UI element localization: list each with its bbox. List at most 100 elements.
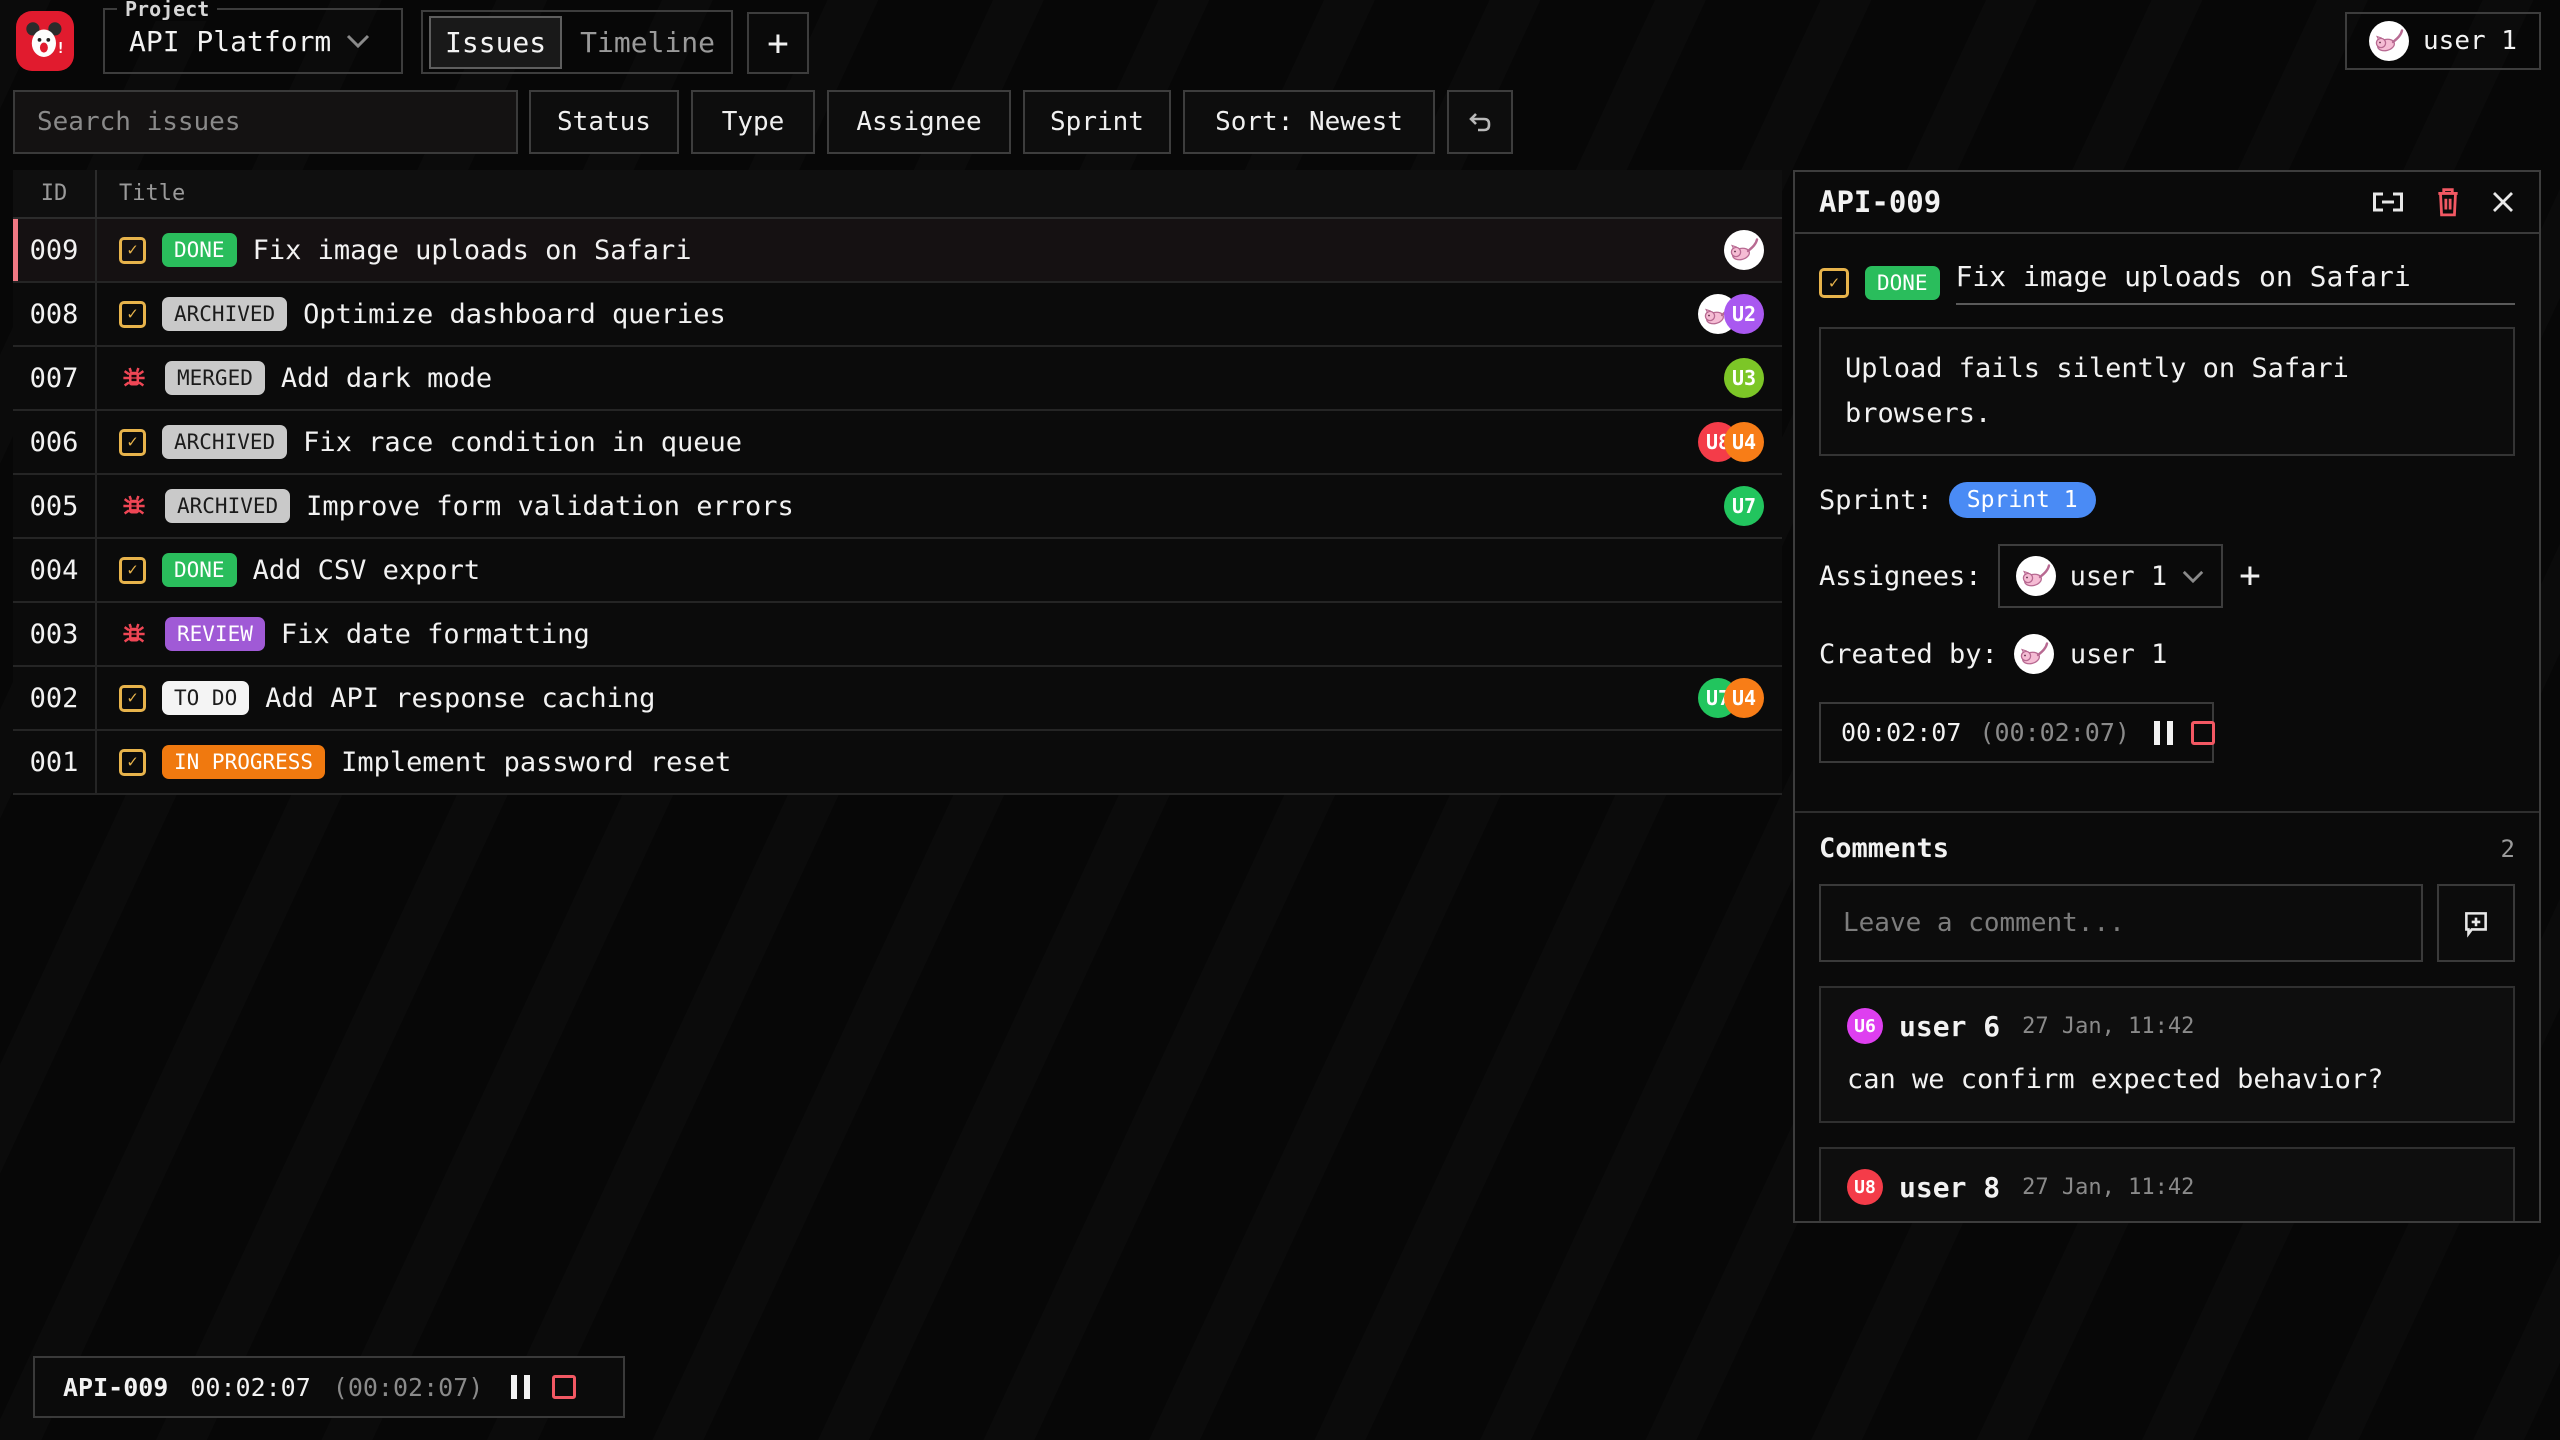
status-badge: REVIEW (165, 617, 265, 651)
table-row[interactable]: 009 ✓ DONE Fix image uploads on Safari (13, 219, 1782, 283)
issue-title: Improve form validation errors (306, 491, 794, 522)
table-row[interactable]: 007 ✓ MERGED Add dark mode U3 (13, 347, 1782, 411)
assignees-label: Assignees: (1819, 561, 1982, 592)
user1-avatar (1724, 230, 1764, 270)
avatar-u7: U7 (1724, 486, 1764, 526)
avatar-u4: U4 (1724, 422, 1764, 462)
avatar-u4: U4 (1724, 678, 1764, 718)
issue-id: 001 (13, 731, 95, 793)
status-badge: DONE (162, 553, 237, 587)
current-user-name: user 1 (2423, 26, 2517, 56)
issue-title: Implement password reset (341, 747, 731, 778)
stop-timer-button[interactable] (2191, 721, 2215, 745)
add-assignee-button[interactable]: + (2239, 558, 2261, 594)
status-badge: ARCHIVED (162, 297, 287, 331)
table-row[interactable]: 004 ✓ DONE Add CSV export (13, 539, 1782, 603)
comment-card: U6 user 6 27 Jan, 11:42 can we confirm e… (1819, 986, 2515, 1123)
search-input[interactable] (13, 90, 518, 154)
comment-author-avatar: U6 (1847, 1008, 1883, 1044)
issue-id: 002 (13, 667, 95, 729)
assignee-avatars (1724, 230, 1764, 270)
detail-status-badge: DONE (1865, 266, 1940, 300)
close-panel-button[interactable] (2491, 190, 2515, 214)
table-row[interactable]: 002 ✓ TO DO Add API response caching U7U… (13, 667, 1782, 731)
undo-icon (1467, 110, 1493, 134)
task-checkbox-icon: ✓ (119, 749, 146, 776)
app-logo-icon[interactable]: ! (16, 11, 74, 71)
comments-heading: Comments (1819, 833, 1949, 864)
timer-total: (00:02:07) (1979, 718, 2130, 747)
comment-author: user 8 (1899, 1171, 2000, 1204)
issue-key: API-009 (1819, 185, 1941, 219)
table-row[interactable]: 001 ✓ IN PROGRESS Implement password res… (13, 731, 1782, 795)
comments-count: 2 (2501, 835, 2515, 863)
created-by-name: user 1 (2070, 639, 2168, 670)
comment-card: U8 user 8 27 Jan, 11:42 i will take this… (1819, 1147, 2515, 1221)
submit-comment-button[interactable] (2437, 884, 2515, 962)
creator-avatar-slot (2014, 634, 2054, 674)
delete-issue-button[interactable] (2435, 187, 2461, 217)
current-user-menu[interactable]: user 1 (2345, 12, 2541, 70)
table-row[interactable]: 003 ✓ REVIEW Fix date formatting (13, 603, 1782, 667)
sprint-badge[interactable]: Sprint 1 (1949, 482, 2096, 518)
bug-icon (119, 491, 149, 521)
detail-panel-body: ✓ DONE Fix image uploads on Safari Uploa… (1795, 234, 2539, 783)
table-row[interactable]: 008 ✓ ARCHIVED Optimize dashboard querie… (13, 283, 1782, 347)
chevron-down-icon (2181, 569, 2205, 584)
filter-sprint-button[interactable]: Sprint (1023, 90, 1171, 154)
issue-title: Add CSV export (253, 555, 481, 586)
assignee-dropdown[interactable]: user 1 (1998, 544, 2224, 608)
view-tabs: Issues Timeline (421, 10, 733, 74)
issue-title: Fix race condition in queue (303, 427, 742, 458)
comment-timestamp: 27 Jan, 11:42 (2022, 1175, 2194, 1200)
close-icon (2491, 190, 2515, 214)
status-badge: ARCHIVED (165, 489, 290, 523)
avatar-u3: U3 (1724, 358, 1764, 398)
project-selector-label: Project (117, 0, 217, 21)
issue-id: 006 (13, 411, 95, 473)
assignee-avatars: U7U4 (1698, 678, 1764, 718)
project-selector[interactable]: Project API Platform (103, 8, 403, 74)
issue-title: Add dark mode (281, 363, 492, 394)
detail-issue-title[interactable]: Fix image uploads on Safari (1956, 260, 2515, 305)
tracker-total: (00:02:07) (333, 1373, 484, 1402)
filter-status-button[interactable]: Status (529, 90, 679, 154)
detail-panel-header: API-009 (1795, 172, 2539, 234)
tracker-stop-button[interactable] (552, 1375, 576, 1399)
avatar-u2: U2 (1724, 294, 1764, 334)
tracker-issue-key: API-009 (63, 1373, 168, 1402)
pause-timer-button[interactable] (2154, 721, 2173, 745)
table-header: ID Title (13, 170, 1782, 219)
user1-avatar (2014, 634, 2054, 674)
comment-timestamp: 27 Jan, 11:42 (2022, 1014, 2194, 1039)
comment-list: U6 user 6 27 Jan, 11:42 can we confirm e… (1819, 962, 2515, 1221)
table-row[interactable]: 005 ✓ ARCHIVED Improve form validation e… (13, 475, 1782, 539)
tracker-pause-button[interactable] (511, 1375, 530, 1399)
sprint-label: Sprint: (1819, 485, 1933, 516)
sort-button[interactable]: Sort: Newest (1183, 90, 1435, 154)
table-row[interactable]: 006 ✓ ARCHIVED Fix race condition in que… (13, 411, 1782, 475)
filter-type-button[interactable]: Type (691, 90, 815, 154)
bug-icon (119, 363, 149, 393)
status-badge: IN PROGRESS (162, 745, 325, 779)
comment-body: can we confirm expected behavior? (1847, 1064, 2487, 1095)
issue-id: 005 (13, 475, 95, 537)
comment-plus-icon (2461, 908, 2491, 938)
tab-issues[interactable]: Issues (429, 16, 562, 69)
issue-title: Fix image uploads on Safari (253, 235, 692, 266)
copy-link-button[interactable] (2371, 191, 2405, 213)
issue-id: 003 (13, 603, 95, 665)
task-checkbox-icon: ✓ (119, 237, 146, 264)
tab-timeline[interactable]: Timeline (566, 18, 729, 67)
issue-timer: 00:02:07 (00:02:07) (1819, 702, 2214, 763)
assignee-avatars: U2 (1698, 294, 1764, 334)
assignee-avatars: U3 (1724, 358, 1764, 398)
comment-input[interactable] (1819, 884, 2423, 962)
assignee-avatars: U7 (1724, 486, 1764, 526)
status-badge: MERGED (165, 361, 265, 395)
new-issue-button[interactable]: + (747, 12, 809, 74)
filter-assignee-button[interactable]: Assignee (827, 90, 1011, 154)
comment-author-avatar: U8 (1847, 1169, 1883, 1205)
issue-description[interactable]: Upload fails silently on Safari browsers… (1819, 327, 2515, 456)
undo-button[interactable] (1447, 90, 1513, 154)
